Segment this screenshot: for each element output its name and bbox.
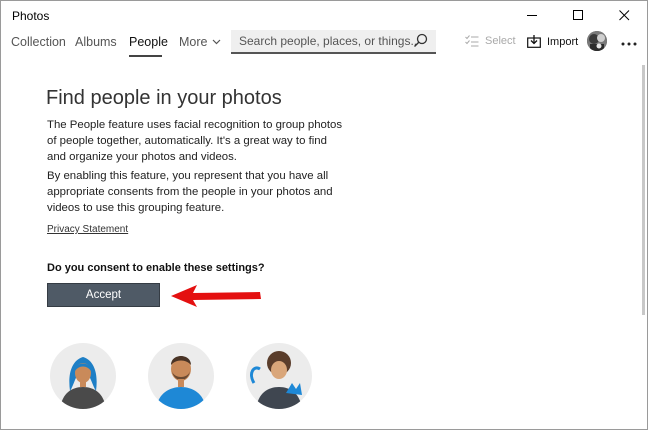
page-heading: Find people in your photos bbox=[46, 87, 282, 109]
person-illustration-man bbox=[148, 343, 214, 409]
import-button[interactable]: Import bbox=[527, 35, 578, 48]
person-woman-image bbox=[60, 357, 106, 409]
photos-window: Photos Collection Albums People More Sea… bbox=[0, 0, 648, 430]
select-label: Select bbox=[485, 35, 516, 47]
close-icon bbox=[618, 9, 629, 20]
maximize-icon bbox=[572, 9, 583, 20]
minimize-icon bbox=[526, 14, 537, 16]
avatar-image bbox=[587, 31, 607, 51]
tab-more[interactable]: More bbox=[179, 35, 221, 49]
title-bar[interactable]: Photos bbox=[1, 1, 647, 29]
person-man-image bbox=[156, 356, 206, 409]
import-icon bbox=[527, 35, 541, 48]
tab-people[interactable]: People bbox=[129, 35, 168, 49]
people-intro-page: Find people in your photos The People fe… bbox=[1, 61, 641, 429]
privacy-statement-link[interactable]: Privacy Statement bbox=[47, 224, 128, 235]
red-arrow-annotation bbox=[171, 285, 261, 307]
maximize-button[interactable] bbox=[555, 1, 601, 29]
select-list-icon bbox=[465, 35, 479, 47]
more-options-button[interactable] bbox=[621, 34, 637, 50]
tab-collection[interactable]: Collection bbox=[11, 35, 66, 49]
consent-description: By enabling this feature, you represent … bbox=[47, 170, 333, 214]
account-avatar[interactable] bbox=[587, 31, 607, 51]
vertical-scrollbar[interactable] bbox=[641, 61, 647, 429]
scrollbar-thumb[interactable] bbox=[642, 65, 645, 315]
close-button[interactable] bbox=[601, 1, 647, 29]
person-illustration-woman-with-cat bbox=[246, 343, 312, 409]
window-title: Photos bbox=[12, 9, 50, 23]
search-box[interactable] bbox=[231, 30, 436, 54]
search-icon[interactable] bbox=[413, 33, 428, 48]
feature-description: The People feature uses facial recogniti… bbox=[47, 119, 343, 163]
minimize-button[interactable] bbox=[509, 1, 555, 29]
person-woman-cat-image bbox=[250, 351, 302, 409]
tab-albums[interactable]: Albums bbox=[75, 35, 117, 49]
ellipsis-icon bbox=[621, 42, 637, 46]
import-label: Import bbox=[547, 35, 579, 48]
consent-question: Do you consent to enable these settings? bbox=[47, 262, 265, 274]
active-tab-indicator bbox=[129, 55, 162, 57]
accept-button[interactable]: Accept bbox=[47, 283, 160, 307]
select-button[interactable]: Select bbox=[465, 35, 516, 47]
search-input[interactable] bbox=[231, 30, 417, 52]
person-illustration-woman bbox=[50, 343, 116, 409]
tab-more-label: More bbox=[179, 35, 208, 49]
chevron-down-icon bbox=[213, 39, 221, 45]
